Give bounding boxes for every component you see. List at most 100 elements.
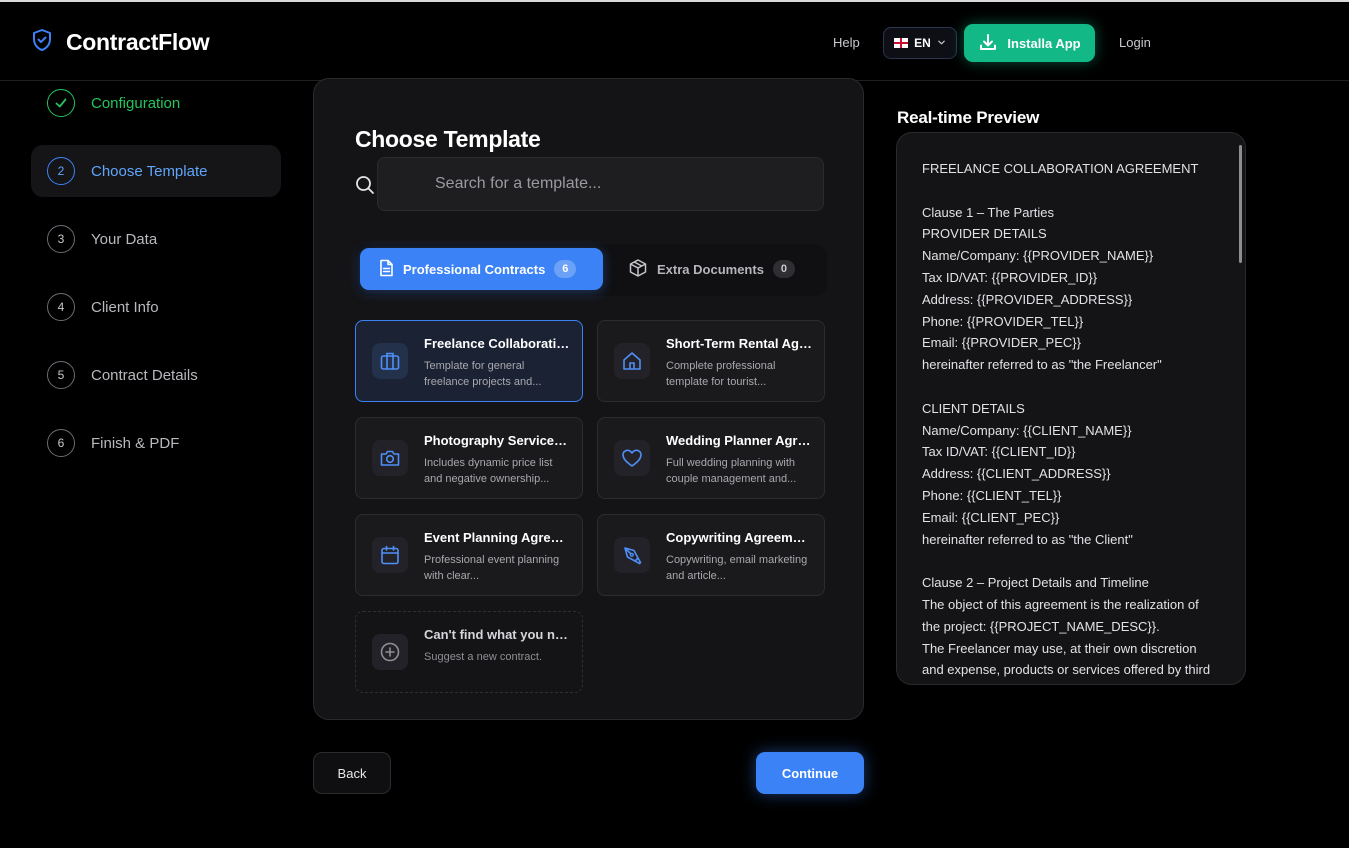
package-icon (628, 258, 648, 281)
step-label: Contract Details (91, 366, 198, 384)
preview-scrollbar[interactable] (1239, 145, 1242, 263)
preview-line (922, 180, 1232, 202)
template-card-freelance[interactable]: Freelance Collaboration Agreement Templa… (355, 320, 583, 402)
preview-line: Tax ID/VAT: {{CLIENT_ID}} (922, 444, 1076, 460)
preview-line: Email: {{CLIENT_PEC}} (922, 509, 1060, 525)
continue-button[interactable]: Continue (756, 752, 864, 794)
page-title: Choose Template (355, 126, 541, 152)
template-title: Short-Term Rental Agreement (666, 336, 812, 351)
heart-icon (614, 440, 650, 476)
preview-line: Address: {{PROVIDER_ADDRESS}} (922, 291, 1133, 307)
brand-name: ContractFlow (66, 29, 210, 55)
install-label: Installa App (1007, 35, 1081, 51)
template-card: Choose Template Professional Contracts 6… (313, 78, 864, 720)
brand[interactable]: ContractFlow (32, 28, 210, 57)
step-your-data[interactable]: 3 Your Data (31, 213, 281, 265)
template-description: Includes dynamic price list and negative… (424, 457, 553, 485)
preview-text: FREELANCE COLLABORATION AGREEMENT Clause … (922, 158, 1232, 681)
step-label: Client Info (91, 298, 159, 316)
template-description: Full wedding planning with couple manage… (666, 457, 797, 485)
template-title: Event Planning Agreement (424, 530, 570, 545)
back-button[interactable]: Back (313, 752, 391, 794)
shield-check-icon (32, 28, 52, 57)
step-number: 4 (47, 293, 75, 321)
preview-line: the project: {{PROJECT_NAME_DESC}}. (922, 618, 1160, 634)
template-title: Freelance Collaboration Agreement (424, 336, 570, 351)
suggest-template-card[interactable]: Can't find what you need? Suggest a new … (355, 611, 583, 693)
tab-label: Professional Contracts (403, 261, 546, 277)
template-description: Complete professional template for touri… (666, 360, 776, 388)
template-card-copywriting[interactable]: Copywriting Agreement Copywriting, email… (597, 514, 825, 596)
preview-line: Phone: {{CLIENT_TEL}} (922, 487, 1062, 503)
preview-line: Email: {{PROVIDER_PEC}} (922, 335, 1081, 351)
preview-line: Name/Company: {{PROVIDER_NAME}} (922, 248, 1154, 264)
calendar-icon (372, 537, 408, 573)
download-icon (978, 32, 998, 55)
step-label: Configuration (91, 94, 181, 112)
install-app-button[interactable]: Installa App (964, 24, 1095, 62)
preview-line: The Freelancer may use, at their own dis… (922, 640, 1197, 656)
step-client-info[interactable]: 4 Client Info (31, 281, 281, 333)
document-icon (378, 259, 394, 280)
uk-flag-icon (894, 38, 909, 48)
template-title: Wedding Planner Agreement (666, 433, 812, 448)
template-card-wedding[interactable]: Wedding Planner Agreement Full wedding p… (597, 417, 825, 499)
preview-panel[interactable]: FREELANCE COLLABORATION AGREEMENT Clause … (896, 132, 1246, 685)
step-check-icon (47, 89, 75, 117)
step-choose-template[interactable]: 2 Choose Template (31, 145, 281, 197)
step-configuration[interactable]: Configuration (31, 77, 281, 129)
preview-line: Phone: {{PROVIDER_TEL}} (922, 313, 1084, 329)
step-label: Choose Template (91, 162, 208, 180)
search-icon (355, 175, 375, 200)
header: ContractFlow Help EN Installa App Login (0, 2, 1349, 81)
preview-line: and expense, products or services offere… (922, 662, 1211, 678)
briefcase-icon (372, 343, 408, 379)
preview-line (922, 376, 1232, 398)
login-link[interactable]: Login (1119, 35, 1151, 50)
step-label: Your Data (91, 230, 158, 248)
template-title: Copywriting Agreement (666, 530, 812, 545)
preview-line: hereinafter referred to as "the Client" (922, 531, 1133, 547)
preview-line: hereinafter referred to as "the Freelanc… (922, 357, 1162, 373)
step-number: 6 (47, 429, 75, 457)
preview-line: The object of this agreement is the real… (922, 596, 1199, 612)
camera-icon (372, 440, 408, 476)
preview-title: Real-time Preview (897, 108, 1040, 127)
template-description: Professional event planning with clear..… (424, 554, 560, 582)
step-contract-details[interactable]: 5 Contract Details (31, 349, 281, 401)
preview-line: Name/Company: {{CLIENT_NAME}} (922, 422, 1132, 438)
plus-circle-icon (372, 634, 408, 670)
template-description: Suggest a new contract. (424, 651, 543, 663)
tab-count-badge: 0 (772, 260, 795, 278)
search-input[interactable] (378, 158, 823, 210)
step-label: Finish & PDF (91, 434, 180, 452)
preview-line: Clause 2 – Project Details and Timeline (922, 575, 1149, 591)
search-field (377, 157, 824, 211)
template-card-event[interactable]: Event Planning Agreement Professional ev… (355, 514, 583, 596)
preview-line: Address: {{CLIENT_ADDRESS}} (922, 466, 1111, 482)
home-icon (614, 343, 650, 379)
chevron-down-icon (937, 36, 946, 50)
tab-count-badge: 6 (554, 260, 577, 278)
preview-line: PROVIDER DETAILS (922, 226, 1047, 242)
template-description: Template for general freelance projects … (424, 360, 542, 388)
preview-line: Tax ID/VAT: {{PROVIDER_ID}} (922, 269, 1098, 285)
step-number: 5 (47, 361, 75, 389)
preview-line: CLIENT DETAILS (922, 400, 1025, 416)
help-link[interactable]: Help (833, 35, 860, 50)
preview-line (922, 550, 1232, 572)
tab-professional-contracts[interactable]: Professional Contracts 6 (360, 248, 603, 290)
tab-extra-documents[interactable]: Extra Documents 0 (614, 248, 814, 290)
tab-label: Extra Documents (657, 261, 764, 277)
template-card-rental[interactable]: Short-Term Rental Agreement Complete pro… (597, 320, 825, 402)
template-title: Can't find what you need? (424, 627, 570, 642)
step-finish-pdf[interactable]: 6 Finish & PDF (31, 417, 281, 469)
preview-line: FREELANCE COLLABORATION AGREEMENT (922, 161, 1199, 176)
step-number: 2 (47, 157, 75, 185)
preview-line: Clause 1 – The Parties (922, 204, 1054, 220)
pen-tool-icon (614, 537, 650, 573)
template-card-photography[interactable]: Photography Services Agreement Includes … (355, 417, 583, 499)
language-code: EN (914, 36, 931, 50)
step-number: 3 (47, 225, 75, 253)
language-selector[interactable]: EN (883, 27, 957, 59)
